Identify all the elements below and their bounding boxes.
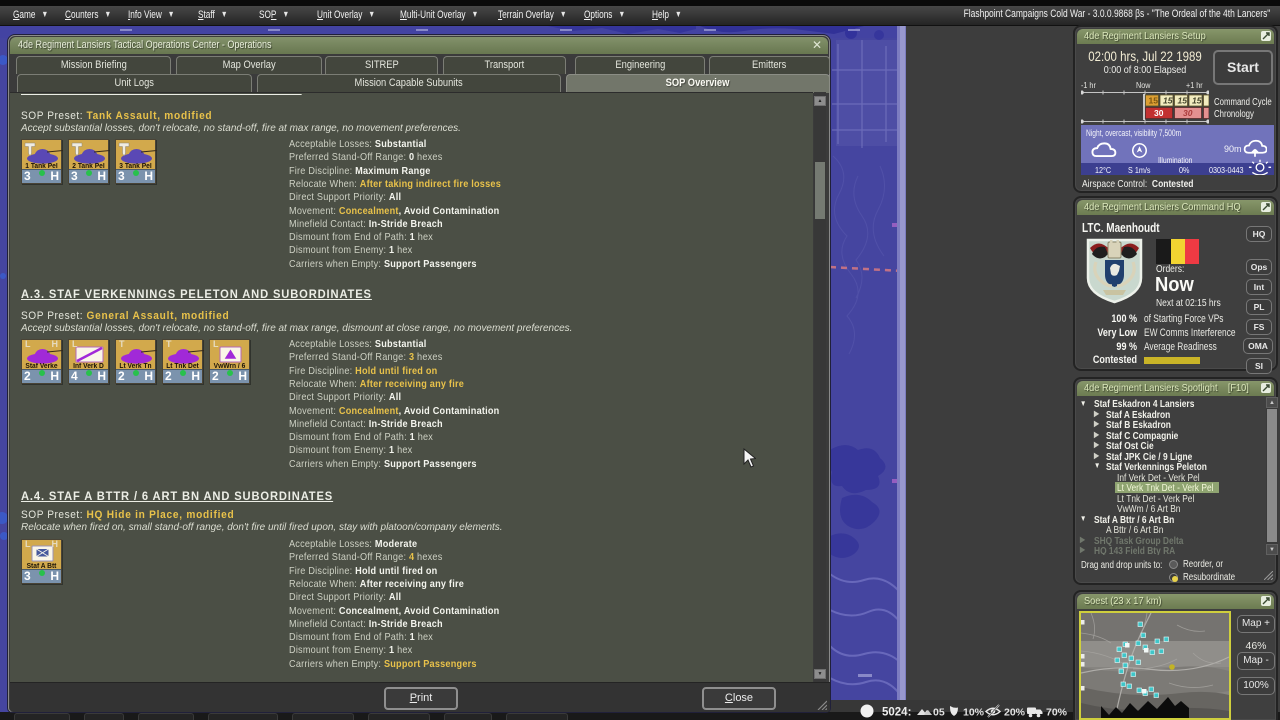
svg-text:15: 15 [1178, 96, 1188, 106]
svg-text:70%: 70% [1046, 707, 1068, 719]
svg-text:10%: 10% [963, 707, 985, 719]
svg-text:15: 15 [1163, 96, 1173, 106]
svg-text:20%: 20% [1004, 707, 1026, 719]
svg-text:15: 15 [1149, 96, 1159, 106]
svg-text:30: 30 [1183, 108, 1193, 118]
svg-text:5024:: 5024: [882, 707, 911, 719]
svg-text:30: 30 [1154, 108, 1164, 118]
svg-text:15: 15 [1192, 96, 1202, 106]
svg-text:05: 05 [933, 707, 945, 719]
